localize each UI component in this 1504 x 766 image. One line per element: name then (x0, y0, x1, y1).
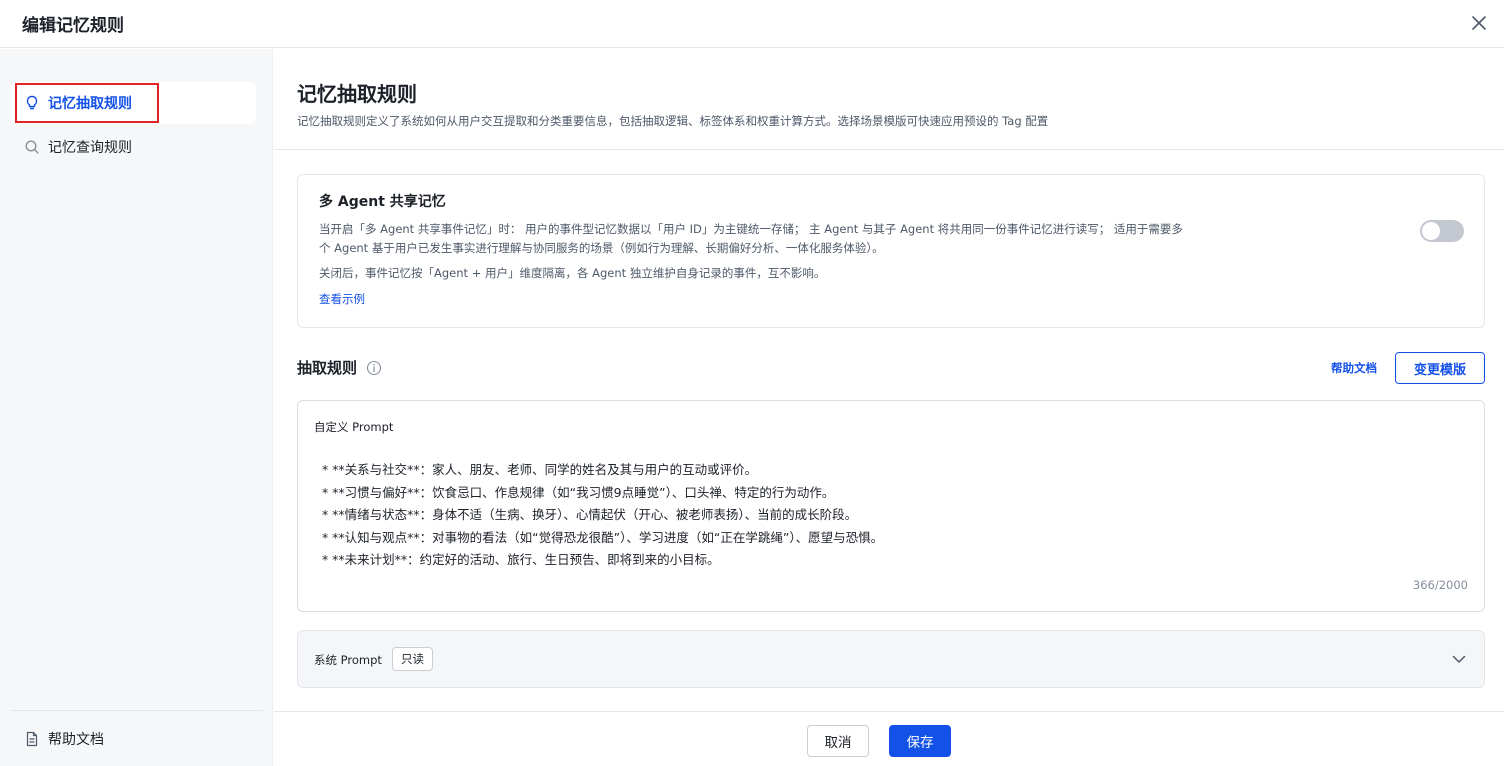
system-prompt-collapse[interactable]: 系统 Prompt 只读 (297, 630, 1485, 688)
modal-title: 编辑记忆规则 (22, 16, 124, 36)
sidebar: 记忆抽取规则 记忆查询规则 帮助文档 (0, 49, 273, 766)
change-template-button[interactable]: 变更模版 (1395, 352, 1485, 384)
search-icon (24, 139, 40, 155)
custom-prompt-box: 自定义 Prompt * **关系与社交**：家人、朋友、老师、同学的姓名及其与… (297, 400, 1485, 612)
save-button[interactable]: 保存 (889, 725, 951, 757)
shared-memory-off-description: 关闭后，事件记忆按「Agent + 用户」维度隔离，各 Agent 独立维护自身… (319, 266, 826, 280)
page-description: 记忆抽取规则定义了系统如何从用户交互提取和分类重要信息，包括抽取逻辑、标签体系和… (297, 114, 1049, 128)
cancel-button[interactable]: 取消 (807, 725, 869, 757)
document-icon (24, 731, 40, 747)
toggle-knob (1422, 222, 1440, 240)
help-docs-link[interactable]: 帮助文档 (1331, 360, 1377, 376)
chevron-down-icon[interactable] (1450, 650, 1468, 668)
sidebar-item-query-rules[interactable]: 记忆查询规则 (10, 126, 256, 168)
lightbulb-icon (24, 95, 40, 111)
system-prompt-label: 系统 Prompt (314, 653, 382, 667)
sidebar-item-extraction-rules[interactable]: 记忆抽取规则 (10, 82, 256, 124)
shared-memory-toggle[interactable] (1420, 220, 1464, 242)
read-only-badge: 只读 (392, 647, 433, 671)
sidebar-help-docs[interactable]: 帮助文档 (10, 710, 263, 766)
shared-memory-description: 当开启「多 Agent 共享事件记忆」时： 用户的事件型记忆数据以「用户 ID」… (319, 222, 1183, 255)
custom-prompt-label: 自定义 Prompt (314, 420, 394, 434)
shared-memory-title: 多 Agent 共享记忆 (319, 194, 446, 210)
close-icon[interactable] (1468, 12, 1490, 34)
modal-header: 编辑记忆规则 (0, 0, 1504, 48)
character-count: 366/2000 (1412, 578, 1468, 592)
sidebar-item-label: 记忆查询规则 (48, 140, 132, 156)
page-title: 记忆抽取规则 (297, 82, 417, 106)
info-icon[interactable] (366, 360, 382, 376)
divider (274, 149, 1504, 150)
sidebar-footer-label: 帮助文档 (48, 731, 104, 748)
view-example-link[interactable]: 查看示例 (319, 291, 365, 307)
shared-memory-card: 多 Agent 共享记忆 当开启「多 Agent 共享事件记忆」时： 用户的事件… (297, 174, 1485, 328)
rules-section-title: 抽取规则 (297, 359, 358, 377)
main-content: 记忆抽取规则 记忆抽取规则定义了系统如何从用户交互提取和分类重要信息，包括抽取逻… (274, 49, 1504, 711)
modal-footer: 取消 保存 (274, 711, 1504, 766)
custom-prompt-input[interactable]: * **关系与社交**：家人、朋友、老师、同学的姓名及其与用户的互动或评价。 *… (314, 459, 1464, 577)
sidebar-item-label: 记忆抽取规则 (48, 96, 132, 112)
